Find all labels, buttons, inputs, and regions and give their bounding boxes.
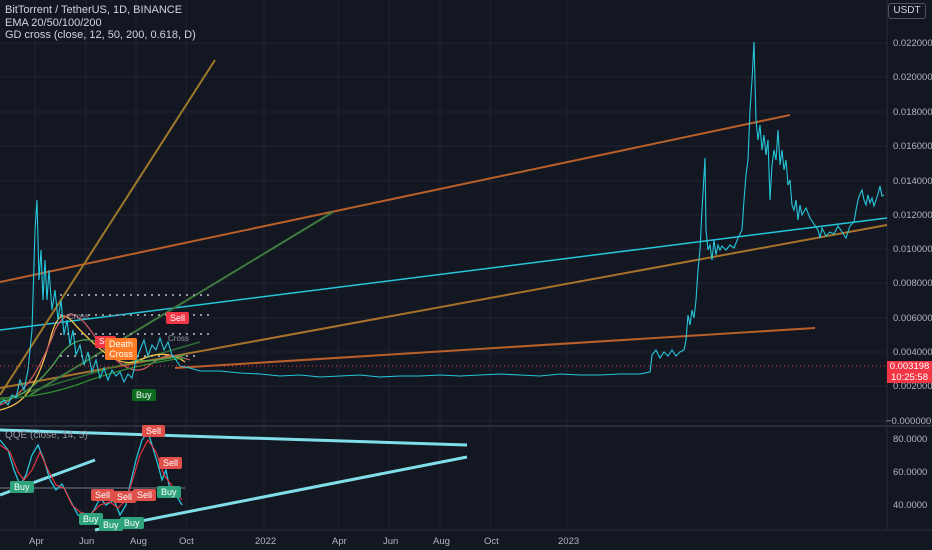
qqe-tick: 40.0000	[893, 500, 928, 511]
time-tick: Jun	[79, 536, 95, 547]
trend-line-orange-upper[interactable]	[0, 114, 791, 283]
time-tick: 2022	[255, 536, 277, 547]
qqe-sell-signal[interactable]: Sell	[159, 457, 183, 469]
cross-label: Cross	[68, 312, 89, 321]
buy-signal[interactable]: Buy	[132, 389, 156, 401]
price-tick: 0.010000	[893, 244, 932, 255]
time-tick: Oct	[484, 536, 499, 547]
price-tick: −0.000000	[886, 416, 932, 427]
time-tick: Aug	[433, 536, 450, 547]
time-tick: Oct	[179, 536, 194, 547]
time-tick: 2023	[558, 536, 580, 547]
qqe-indicator-label[interactable]: QQE (close, 14, 5)	[5, 430, 88, 441]
qqe-tick: 80.0000	[893, 434, 928, 445]
time-tick: Aug	[130, 536, 147, 547]
cross-label: Cross	[168, 334, 189, 343]
price-tick: 0.014000	[893, 176, 932, 187]
trend-line-orange-lower[interactable]	[174, 327, 816, 369]
price-tick: 0.006000	[893, 313, 932, 324]
chart-legend: BitTorrent / TetherUS, 1D, BINANCE EMA 2…	[5, 4, 196, 42]
price-tick: 0.004000	[893, 347, 932, 358]
trend-line-cyan[interactable]	[0, 217, 888, 331]
time-tick: Apr	[332, 536, 347, 547]
price-grid	[0, 0, 887, 530]
gdcross-indicator-label[interactable]: GD cross (close, 12, 50, 200, 0.618, D)	[5, 29, 196, 42]
death-cross-signal[interactable]: Death Cross	[105, 338, 138, 360]
chart-canvas[interactable]	[0, 0, 932, 550]
qqe-buy-signal[interactable]: Buy	[120, 517, 144, 529]
price-tick: 0.022000	[893, 38, 932, 49]
ema-indicator-label[interactable]: EMA 20/50/100/200	[5, 17, 196, 30]
qqe-slow-line[interactable]	[0, 438, 183, 516]
qqe-buy-signal[interactable]: Buy	[157, 486, 181, 498]
price-tick: 0.012000	[893, 210, 932, 221]
qqe-sell-signal[interactable]: Sell	[91, 489, 115, 501]
price-tick: 0.016000	[893, 141, 932, 152]
sell-signal[interactable]: Sell	[166, 312, 190, 324]
symbol-title[interactable]: BitTorrent / TetherUS, 1D, BINANCE	[5, 4, 196, 17]
time-tick: Apr	[29, 536, 44, 547]
price-tick: 0.020000	[893, 72, 932, 83]
qqe-sell-signal[interactable]: Sell	[133, 489, 157, 501]
qqe-tick: 60.0000	[893, 467, 928, 478]
currency-selector[interactable]: USDT	[888, 3, 926, 19]
price-tick: 0.008000	[893, 278, 932, 289]
qqe-buy-signal[interactable]: Buy	[10, 481, 34, 493]
qqe-buy-signal[interactable]: Buy	[99, 519, 123, 531]
price-tick: 0.018000	[893, 107, 932, 118]
qqe-sell-signal[interactable]: Sell	[142, 425, 166, 437]
time-tick: Jun	[383, 536, 399, 547]
bar-countdown: 10:25:58	[887, 372, 932, 383]
last-price-label: 0.003198	[887, 361, 932, 372]
qqe-trend-lines[interactable]	[0, 428, 468, 532]
